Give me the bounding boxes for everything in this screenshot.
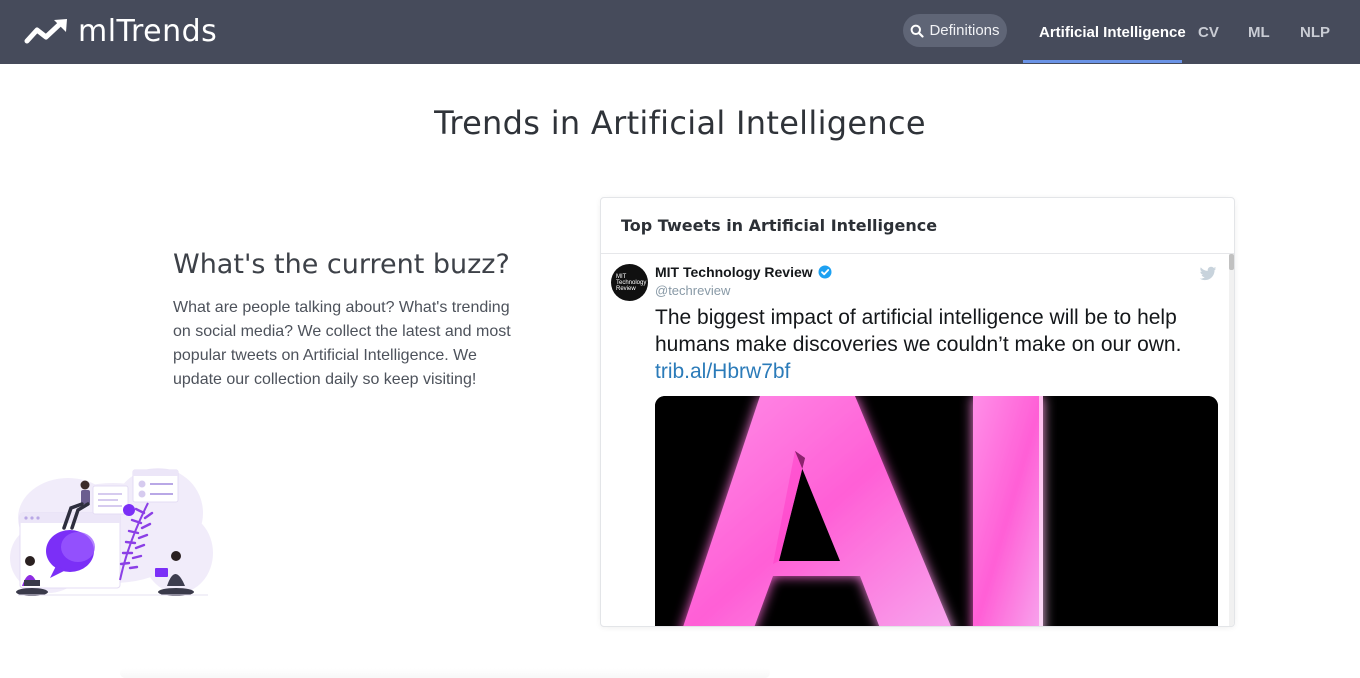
twitter-bird-icon[interactable] [1199,266,1217,282]
tweet-author-name: MIT Technology Review [655,264,813,280]
trend-arrow-icon [24,19,67,44]
tweet-author-avatar[interactable]: MIT Technology Review [611,264,648,301]
top-navbar: mlTrends Definitions Artificial Intellig… [0,0,1360,64]
page-title: Trends in Artificial Intelligence [434,104,926,142]
nav-link-cv[interactable]: CV [1198,0,1219,64]
verified-badge-icon [818,265,832,279]
card-header: Top Tweets in Artificial Intelligence [601,198,1234,254]
avatar-text: MIT Technology Review [616,273,647,292]
section-divider-shadow [120,668,770,678]
nav-link-nlp[interactable]: NLP [1300,0,1330,64]
search-icon [911,24,925,38]
tweet-text: The biggest impact of artificial intelli… [655,304,1215,385]
nav-link-artificial-intelligence[interactable]: Artificial Intelligence [1039,0,1186,64]
tweet-media-image[interactable]: AI [655,396,1218,626]
nav-link-ml[interactable]: ML [1248,0,1270,64]
card-scrollbar-thumb[interactable] [1229,254,1234,270]
ai-neon-graphic [655,396,1218,626]
tweet-author-handle[interactable]: @techreview [655,283,730,298]
definitions-label: Definitions [929,22,1000,39]
active-tab-indicator [1023,60,1182,63]
brand-logo[interactable]: mlTrends [24,12,217,52]
definitions-button[interactable]: Definitions [903,14,1007,47]
tweet-link[interactable]: trib.al/Hbrw7bf [655,360,790,383]
embedded-tweet[interactable]: MIT Technology Review MIT Technology Rev… [601,255,1229,626]
card-scrollbar[interactable] [1229,254,1234,626]
tweet-author-name-row[interactable]: MIT Technology Review [655,264,832,280]
social-media-illustration [10,468,213,596]
top-tweets-card: Top Tweets in Artificial Intelligence MI… [600,197,1235,627]
tweet-body: The biggest impact of artificial intelli… [655,306,1182,356]
buzz-description: What are people talking about? What's tr… [173,299,511,388]
brand-name: mlTrends [78,14,218,49]
buzz-heading: What's the current buzz? [173,249,510,280]
